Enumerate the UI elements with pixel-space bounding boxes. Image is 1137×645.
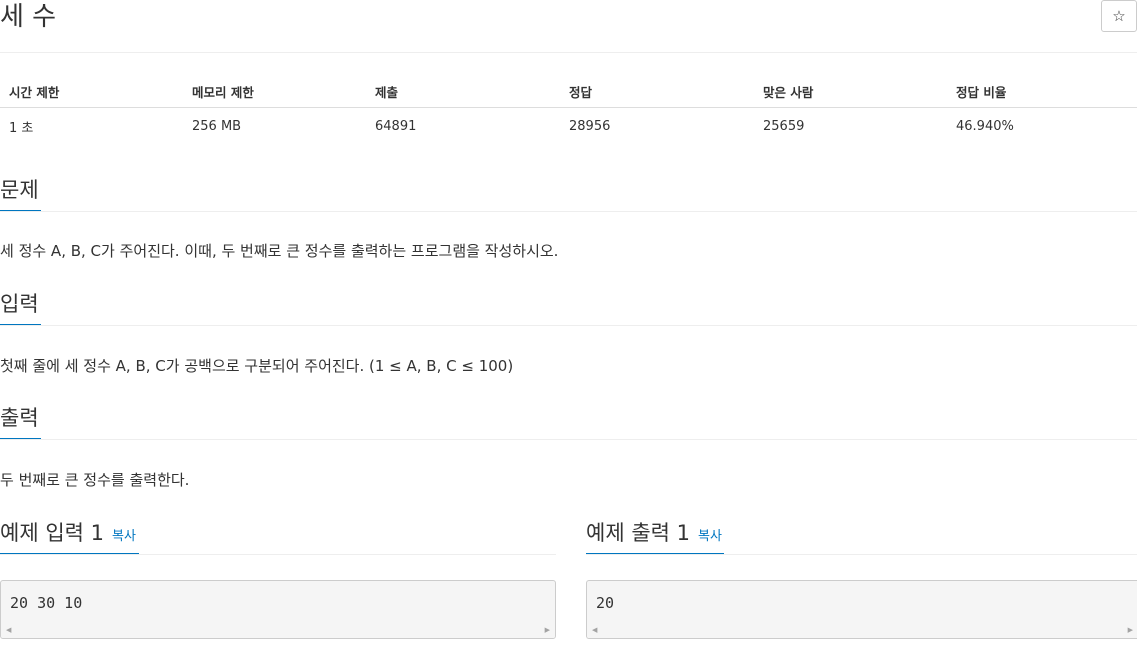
sample-input-content[interactable]: 20 30 10 [10, 594, 82, 612]
description-rule [0, 211, 1137, 212]
solvers-header: 맞은 사람 [754, 75, 947, 108]
sample-output-rule [586, 554, 1137, 555]
info-value-row: 1 초 256 MB 64891 28956 25659 46.940% [0, 108, 1137, 146]
accepted-header: 정답 [560, 75, 754, 108]
scroll-right-icon[interactable]: ▶ [545, 626, 550, 635]
copy-sample-input-link[interactable]: 복사 [112, 529, 136, 544]
output-rule [0, 439, 1137, 440]
output-text: 두 번째로 큰 정수를 출력한다. [0, 471, 190, 489]
info-header-row: 시간 제한 메모리 제한 제출 정답 맞은 사람 정답 비율 [0, 75, 1137, 108]
accepted-value[interactable]: 28956 [560, 108, 754, 146]
description-heading: 문제 [0, 178, 39, 202]
time-limit-header: 시간 제한 [0, 75, 183, 108]
ratio-value: 46.940% [956, 119, 1014, 134]
sample-input-box[interactable]: 20 30 10 ◀ ▶ [0, 580, 556, 639]
sample-input-scrollbar[interactable]: ◀ ▶ [1, 623, 555, 638]
scroll-right-icon[interactable]: ▶ [1128, 626, 1133, 635]
title-divider [0, 52, 1137, 53]
submissions-value[interactable]: 64891 [366, 108, 560, 146]
output-heading: 출력 [0, 406, 39, 430]
solvers-value: 25659 [763, 119, 805, 134]
star-icon[interactable]: ☆ [1101, 0, 1137, 32]
sample-output-heading: 예제 출력 1 복사 [586, 519, 722, 551]
submissions-header: 제출 [366, 75, 560, 108]
sample-input-title: 예제 입력 1 [0, 521, 104, 545]
description-text: 세 정수 A, B, C가 주어진다. 이때, 두 번째로 큰 정수를 출력하는… [0, 242, 559, 260]
input-rule [0, 325, 1137, 326]
copy-sample-output-link[interactable]: 복사 [698, 529, 722, 544]
sample-output-content[interactable]: 20 [596, 594, 614, 612]
sample-output-title: 예제 출력 1 [586, 521, 690, 545]
sample-output-scrollbar[interactable]: ◀ ▶ [587, 623, 1137, 638]
memory-limit-header: 메모리 제한 [183, 75, 366, 108]
sample-output-box[interactable]: 20 ◀ ▶ [586, 580, 1137, 639]
sample-input-rule [0, 554, 556, 555]
scroll-left-icon[interactable]: ◀ [592, 626, 597, 635]
memory-limit-value: 256 MB [192, 119, 242, 134]
input-heading: 입력 [0, 292, 39, 316]
time-limit-value: 1 초 [9, 121, 34, 136]
page-title: 세 수 [0, 2, 57, 32]
problem-info-table: 시간 제한 메모리 제한 제출 정답 맞은 사람 정답 비율 1 초 256 M… [0, 75, 1137, 145]
sample-input-heading: 예제 입력 1 복사 [0, 519, 136, 551]
scroll-left-icon[interactable]: ◀ [6, 626, 11, 635]
ratio-header: 정답 비율 [947, 75, 1137, 108]
input-text: 첫째 줄에 세 정수 A, B, C가 공백으로 구분되어 주어진다. (1 ≤… [0, 357, 514, 375]
